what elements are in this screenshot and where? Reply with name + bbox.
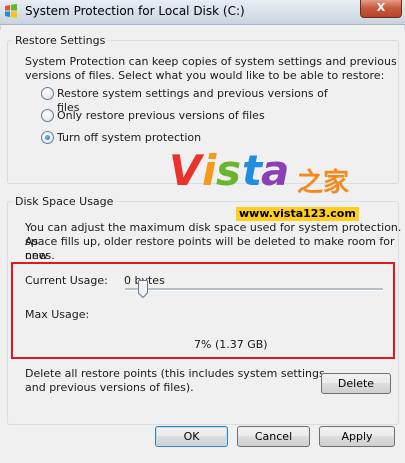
cancel-button[interactable]: Cancel [237,426,310,447]
restore-option-off-label: Turn off system protection [57,131,202,144]
radio-button-selected[interactable] [41,131,54,144]
restore-option-files-only[interactable]: Only restore previous versions of files [39,108,339,124]
restore-option-files-only-label: Only restore previous versions of files [57,109,265,122]
slider-track[interactable] [125,288,383,291]
window-title: System Protection for Local Disk (C:) [25,4,245,18]
watermark-letter: i [202,146,217,195]
radio-button[interactable] [41,87,54,100]
dialog-content: Restore Settings System Protection can k… [1,25,404,462]
disk-description-line-3: ones. [25,249,55,262]
current-usage-label: Current Usage: [25,274,108,287]
watermark-letter: V [169,146,202,195]
watermark-letter: a [261,146,290,195]
close-button[interactable]: X [360,0,402,18]
slider-thumb[interactable] [138,280,149,298]
delete-description-line-2: and previous versions of files). [25,381,194,394]
restore-description-line-2: versions of files. Select what you would… [25,69,385,82]
disk-space-heading: Disk Space Usage [12,195,117,208]
radio-button[interactable] [41,109,54,122]
close-icon: X [376,1,386,14]
watermark-url: www.vista123.com [236,207,359,221]
windows-logo-icon [5,4,17,18]
delete-description-line-1: Delete all restore points (this includes… [25,367,325,380]
restore-option-full[interactable]: Restore system settings and previous ver… [39,86,339,114]
watermark-logo: V i s t a 之家 www.vista123.com [169,150,369,225]
restore-settings-heading: Restore Settings [12,34,109,47]
max-usage-label: Max Usage: [25,308,90,321]
watermark-letter: t [242,146,263,195]
max-usage-value: 7% (1.37 GB) [194,338,268,351]
watermark-cjk-text: 之家 [297,168,350,198]
title-bar[interactable]: System Protection for Local Disk (C:) X [0,0,405,25]
delete-button[interactable]: Delete [321,373,391,394]
dialog-window: System Protection for Local Disk (C:) X … [0,0,405,463]
disk-description-line-2: space fills up, older restore points wil… [25,235,395,262]
restore-description-line-1: System Protection can keep copies of sys… [25,55,397,68]
ok-button[interactable]: OK [155,426,228,447]
apply-button[interactable]: Apply [319,426,395,447]
restore-option-off[interactable]: Turn off system protection [39,130,339,146]
watermark-letter: s [216,146,241,195]
